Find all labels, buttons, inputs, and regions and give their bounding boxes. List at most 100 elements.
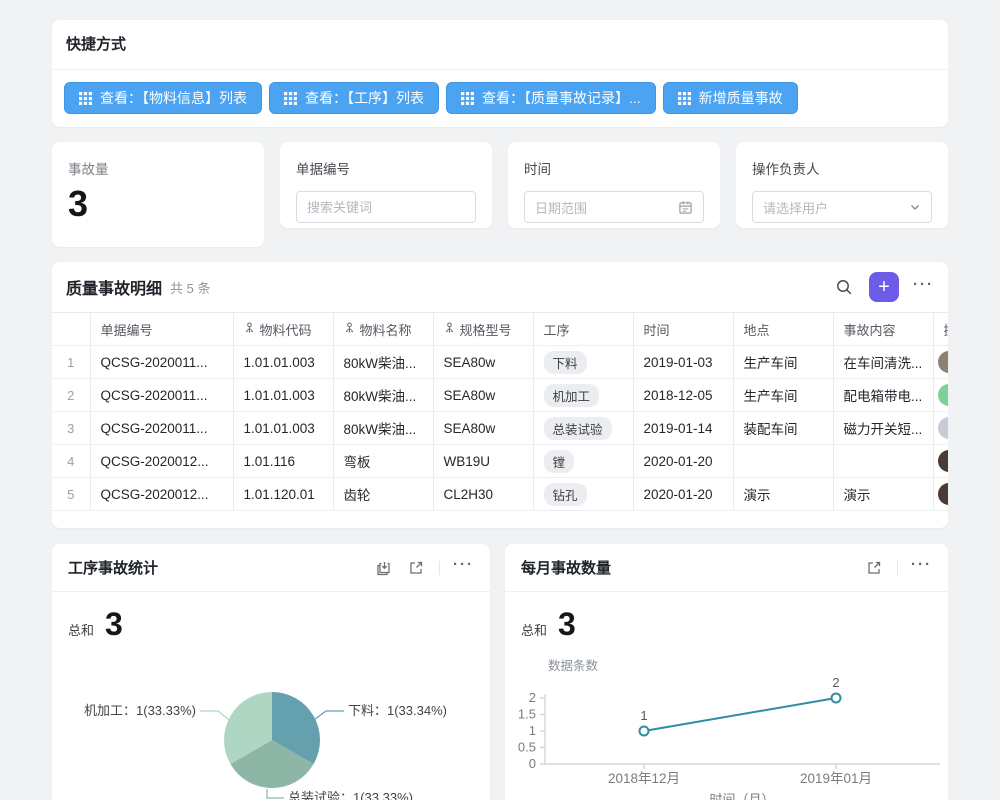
table-row[interactable]: 5QCSG-2020012...1.01.120.01齿轮CL2H30 钻孔 202… — [52, 478, 948, 511]
location-cell: 装配车间 — [733, 412, 833, 445]
quick-button-add-quality-accident[interactable]: 新增质量事故 — [663, 82, 798, 114]
table-title: 质量事故明细 — [66, 275, 162, 299]
pie-slice-label: 机加工：1(33.33%) — [84, 703, 196, 718]
location-cell: 生产车间 — [733, 379, 833, 412]
content-cell: 演示 — [833, 478, 933, 511]
doc-no-search-field — [296, 191, 476, 223]
operator-cell — [933, 379, 948, 412]
date-cell: 2018-12-05 — [633, 379, 733, 412]
open-external-icon[interactable] — [406, 558, 426, 578]
relation-field-icon — [444, 322, 455, 337]
doc-no-filter-label: 单据编号 — [296, 158, 476, 178]
avatar — [938, 351, 949, 373]
quick-button-view-quality-records[interactable]: 查看：【质量事故记录】... — [446, 82, 656, 114]
pie-slice-label: 下料：1(33.34%) — [348, 703, 447, 718]
x-tick-label: 2018年12月 — [608, 771, 680, 786]
quality-accident-table-card: 质量事故明细 共 5 条 + ··· 单据编号物料代码物料名称规格型号工序时间地… — [52, 262, 948, 528]
process-accident-pie-card: 工序事故统计 ··· 总和 3 下料：1(33.34%)总装试验：1(33.33… — [52, 544, 490, 800]
data-point — [640, 727, 649, 736]
process-tag: 钻孔 — [544, 483, 587, 506]
accident-count-card: 事故量 3 — [52, 142, 264, 247]
row-index-cell: 5 — [52, 478, 90, 511]
y-tick-label: 1 — [529, 723, 536, 738]
process-tag: 下料 — [544, 351, 587, 374]
divider — [439, 561, 440, 575]
row-index-header — [52, 313, 90, 346]
download-icon[interactable] — [373, 558, 393, 578]
process-cell: 下料 — [533, 346, 633, 379]
column-header: 事故内容 — [833, 313, 933, 346]
grid-icon — [284, 92, 297, 105]
quick-buttons-row: 查看：【物料信息】列表 查看：【工序】列表 查看：【质量事故记录】... 新增质… — [52, 70, 948, 114]
line-card-actions: ··· — [864, 557, 932, 578]
column-header: 物料代码 — [233, 313, 333, 346]
grid-icon — [678, 92, 691, 105]
table-row[interactable]: 2QCSG-2020011...1.01.01.00380kW柴油...SEA8… — [52, 379, 948, 412]
doc-no-search-input[interactable] — [307, 200, 465, 215]
relation-field-icon — [244, 322, 255, 337]
operator-filter-card: 操作负责人 请选择用户 — [736, 142, 948, 228]
pie-slice-机加工 — [224, 692, 272, 764]
content-cell: 在车间清洗... — [833, 346, 933, 379]
column-header: 规格型号 — [433, 313, 533, 346]
material-name-cell: 80kW柴油... — [333, 379, 433, 412]
plus-icon: + — [878, 277, 890, 297]
operator-filter-label: 操作负责人 — [752, 158, 932, 178]
y-axis-title: 数据条数 — [548, 658, 599, 673]
spec-cell: SEA80w — [433, 379, 533, 412]
doc-no-cell: QCSG-2020012... — [90, 478, 233, 511]
add-record-button[interactable]: + — [869, 272, 899, 302]
data-point-label: 2 — [832, 675, 839, 690]
column-header: 操作负责人 — [933, 313, 948, 346]
row-index-cell: 1 — [52, 346, 90, 379]
pie-leader-line — [311, 711, 344, 722]
process-cell: 钻孔 — [533, 478, 633, 511]
table-row[interactable]: 3QCSG-2020011...1.01.01.00380kW柴油...SEA8… — [52, 412, 948, 445]
location-cell — [733, 445, 833, 478]
spec-cell: WB19U — [433, 445, 533, 478]
column-header: 工序 — [533, 313, 633, 346]
date-range-picker[interactable]: 日期范围 — [524, 191, 704, 223]
line-total-label: 总和 — [521, 620, 547, 639]
y-tick-label: 0.5 — [518, 740, 536, 755]
pie-slice-总装试验 — [230, 740, 313, 788]
axis-lines — [545, 694, 940, 764]
line-total: 总和 3 — [521, 606, 576, 643]
open-external-icon[interactable] — [864, 558, 884, 578]
material-code-cell: 1.01.01.003 — [233, 379, 333, 412]
relation-field-icon — [344, 322, 355, 337]
quick-button-view-process-list[interactable]: 查看：【工序】列表 — [269, 82, 439, 114]
chevron-down-icon — [909, 201, 921, 213]
doc-no-filter-card: 单据编号 — [280, 142, 492, 228]
operator-cell — [933, 346, 948, 379]
more-options-icon[interactable]: ··· — [453, 557, 474, 578]
pie-chart-title: 工序事故统计 — [68, 557, 158, 578]
pie-total: 总和 3 — [68, 606, 123, 643]
material-name-cell: 齿轮 — [333, 478, 433, 511]
date-cell: 2020-01-20 — [633, 478, 733, 511]
material-code-cell: 1.01.120.01 — [233, 478, 333, 511]
column-header: 单据编号 — [90, 313, 233, 346]
process-cell: 机加工 — [533, 379, 633, 412]
operator-cell — [933, 445, 948, 478]
more-options-icon[interactable]: ··· — [913, 277, 934, 298]
data-point — [832, 694, 841, 703]
date-range-placeholder: 日期范围 — [535, 198, 672, 217]
table-row[interactable]: 1QCSG-2020011...1.01.01.00380kW柴油...SEA8… — [52, 346, 948, 379]
search-icon[interactable] — [833, 276, 855, 298]
more-options-icon[interactable]: ··· — [911, 557, 932, 578]
spec-cell: CL2H30 — [433, 478, 533, 511]
column-header-label: 规格型号 — [460, 320, 512, 339]
quick-button-label: 新增质量事故 — [699, 88, 783, 108]
operator-select[interactable]: 请选择用户 — [752, 191, 932, 223]
accident-count-label: 事故量 — [68, 158, 248, 178]
quick-button-view-material-list[interactable]: 查看：【物料信息】列表 — [64, 82, 262, 114]
table-row[interactable]: 4QCSG-2020012...1.01.116弯板WB19U镗2020-01-… — [52, 445, 948, 478]
table-actions: + ··· — [833, 272, 934, 302]
quick-button-label: 查看：【质量事故记录】... — [482, 88, 641, 108]
material-code-cell: 1.01.01.003 — [233, 412, 333, 445]
y-tick-label: 1.5 — [518, 707, 536, 722]
quick-button-label: 查看：【工序】列表 — [305, 88, 424, 108]
doc-no-cell: QCSG-2020012... — [90, 445, 233, 478]
pie-leader-line — [267, 789, 284, 798]
